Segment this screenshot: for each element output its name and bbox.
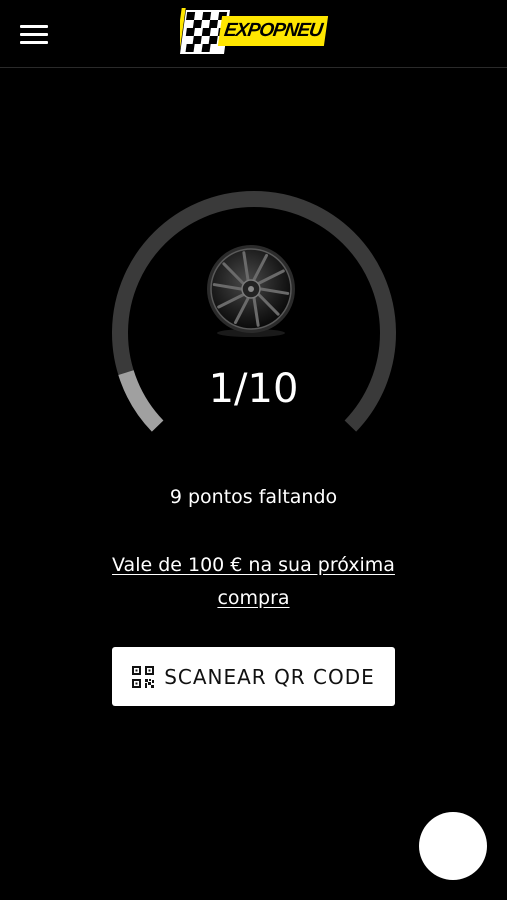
points-remaining: 9 pontos faltando [169, 486, 338, 508]
floating-action-button[interactable] [419, 812, 487, 880]
wheel-icon [207, 245, 295, 337]
scan-qr-label: SCANEAR QR CODE [164, 664, 375, 689]
reward-link[interactable]: Vale de 100 € na sua próxima compra [98, 549, 409, 615]
scan-qr-button[interactable]: SCANEAR QR CODE [112, 647, 395, 706]
app-screen: EXPOPNEU 1/10 9 pontos faltando Vale de … [0, 0, 507, 900]
qr-code-icon [132, 665, 155, 688]
progress-count: 1/10 [208, 366, 299, 412]
